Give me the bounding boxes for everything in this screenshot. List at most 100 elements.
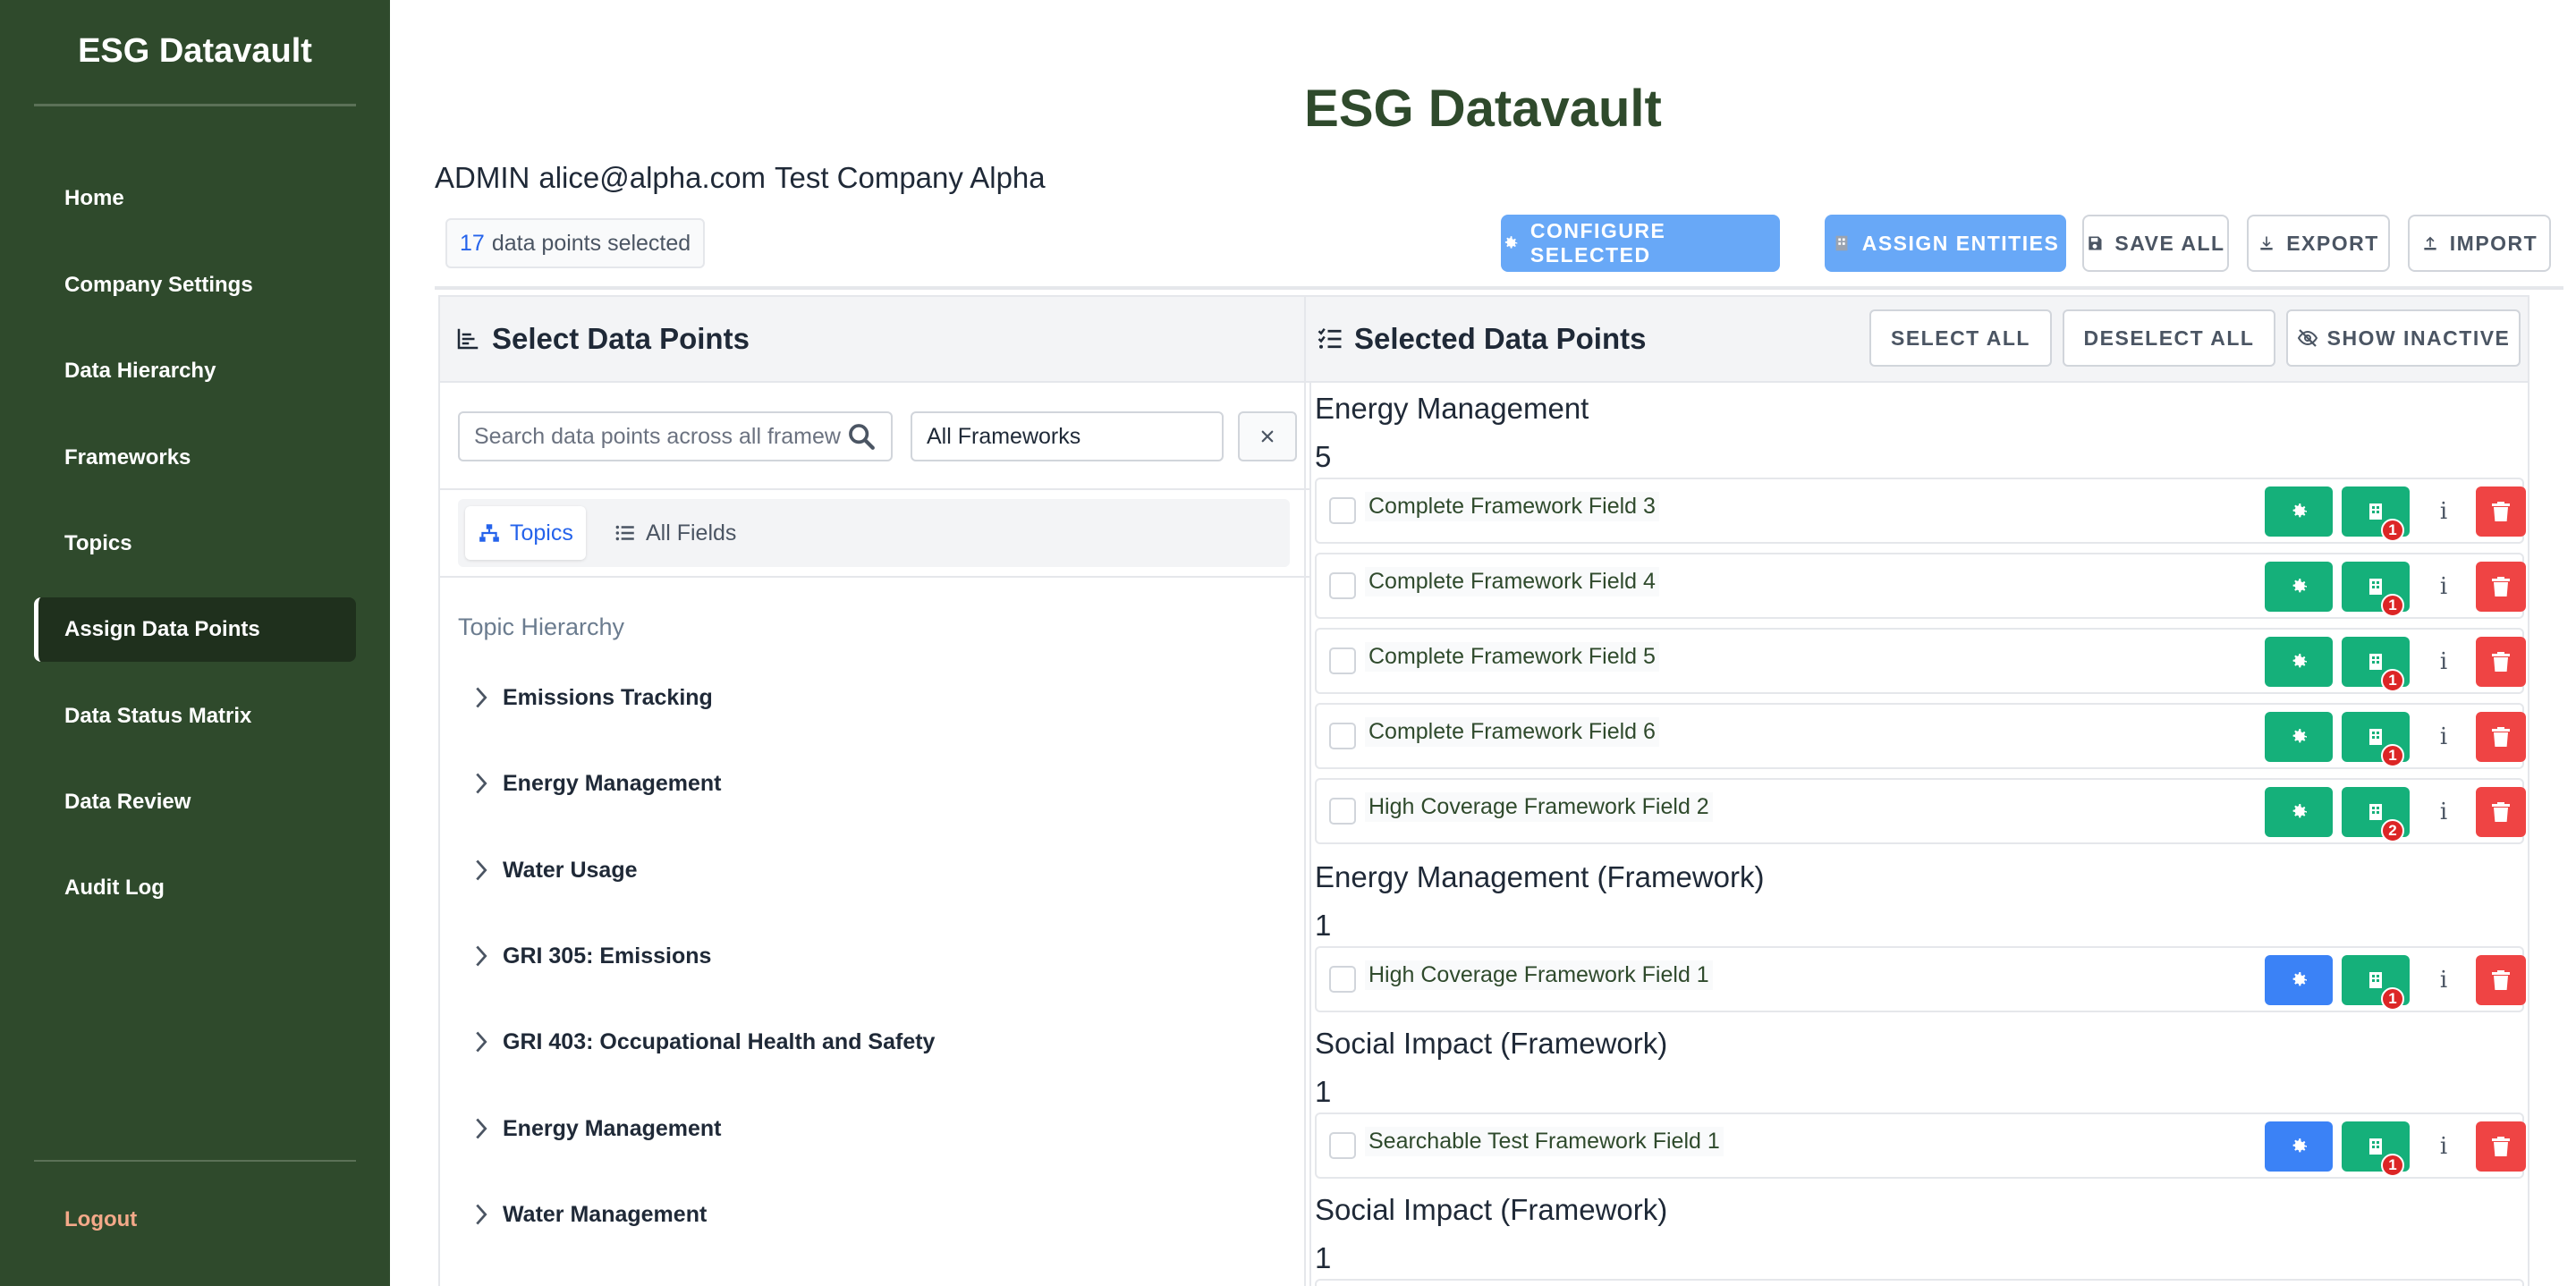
tab-all-fields[interactable]: All Fields: [601, 506, 749, 560]
delete-button[interactable]: [2476, 787, 2526, 837]
building-icon: [2369, 503, 2382, 520]
configure-button[interactable]: [2265, 1121, 2333, 1172]
info-button[interactable]: i: [2419, 1121, 2469, 1172]
topic-row-energy-management-2[interactable]: Energy Management: [472, 1102, 722, 1155]
clear-filter-button[interactable]: [1238, 411, 1297, 461]
show-inactive-button[interactable]: SHOW INACTIVE: [2286, 309, 2521, 367]
chevron-right-icon: [476, 773, 487, 794]
info-button[interactable]: i: [2419, 637, 2469, 687]
save-all-button[interactable]: SAVE ALL: [2082, 215, 2229, 272]
gear-icon: [2292, 972, 2307, 986]
delete-button[interactable]: [2476, 712, 2526, 762]
import-button[interactable]: IMPORT: [2408, 215, 2551, 272]
delete-button[interactable]: [2476, 562, 2526, 612]
sidebar-item-data-hierarchy[interactable]: Data Hierarchy: [34, 339, 356, 403]
entity-count-badge: 1: [2381, 519, 2404, 542]
delete-button[interactable]: [2476, 486, 2526, 537]
assign-entity-button[interactable]: 2: [2342, 787, 2410, 842]
sidebar-item-frameworks[interactable]: Frameworks: [34, 426, 356, 490]
info-button[interactable]: i: [2419, 712, 2469, 762]
data-point-row: High Coverage Framework Field 1 1 i: [1315, 946, 2526, 1012]
chevron-right-icon: [476, 945, 487, 967]
save-icon: [2089, 236, 2102, 250]
sidebar-divider: [34, 104, 356, 106]
sidebar-item-assign-data-points[interactable]: Assign Data Points: [34, 597, 356, 662]
configure-selected-button[interactable]: CONFIGURE SELECTED: [1501, 215, 1780, 272]
chevron-right-icon: [476, 687, 487, 708]
tab-topics[interactable]: Topics: [465, 506, 586, 560]
configure-button[interactable]: [2265, 637, 2333, 687]
entity-count-badge: 1: [2381, 987, 2404, 1011]
tab-all-fields-label: All Fields: [646, 520, 737, 546]
info-button[interactable]: i: [2419, 787, 2469, 837]
tab-divider: [440, 576, 1309, 578]
info-button[interactable]: i: [2419, 562, 2469, 612]
assign-entities-button[interactable]: ASSIGN ENTITIES: [1825, 215, 2066, 272]
data-point-checkbox[interactable]: [1329, 497, 1356, 524]
data-point-row: [1315, 1279, 2524, 1286]
topic-label: Water Usage: [503, 857, 638, 883]
sidebar-item-company-settings[interactable]: Company Settings: [34, 253, 356, 317]
topic-label: Energy Management: [503, 770, 722, 796]
sidebar-item-data-status-matrix[interactable]: Data Status Matrix: [34, 684, 356, 749]
selected-count: 17: [460, 230, 485, 256]
trash-icon: [2492, 502, 2510, 521]
assign-entity-button[interactable]: 1: [2342, 562, 2410, 617]
export-button[interactable]: EXPORT: [2247, 215, 2390, 272]
search-icon[interactable]: [846, 421, 877, 452]
configure-button[interactable]: [2265, 955, 2333, 1005]
topic-hierarchy-title: Topic Hierarchy: [458, 613, 625, 640]
data-point-checkbox[interactable]: [1329, 966, 1356, 993]
assign-entity-button[interactable]: 1: [2342, 1121, 2410, 1177]
group-count: 1: [1315, 1075, 1332, 1108]
assign-entities-label: ASSIGN ENTITIES: [1861, 231, 2060, 255]
trash-icon: [2492, 802, 2510, 822]
assign-entity-button[interactable]: 1: [2342, 955, 2410, 1011]
chevron-right-icon: [476, 1204, 487, 1225]
entity-count-badge: 2: [2381, 819, 2404, 842]
sidebar-item-topics[interactable]: Topics: [34, 512, 356, 576]
info-button[interactable]: i: [2419, 486, 2469, 537]
group-count: 1: [1315, 1241, 1332, 1274]
delete-button[interactable]: [2476, 637, 2526, 687]
data-point-checkbox[interactable]: [1329, 1132, 1356, 1159]
topic-row-water-management[interactable]: Water Management: [472, 1188, 707, 1241]
delete-button[interactable]: [2476, 1121, 2526, 1172]
assign-entity-button[interactable]: 1: [2342, 637, 2410, 692]
search-placeholder: Search data points across all framew: [474, 423, 841, 449]
topic-row-energy-management[interactable]: Energy Management: [472, 757, 722, 810]
data-point-row: Complete Framework Field 5 1 i: [1315, 628, 2526, 694]
list-icon: [615, 525, 634, 541]
configure-button[interactable]: [2265, 712, 2333, 762]
user-info: ADMIN alice@alpha.com Test Company Alpha: [435, 161, 1055, 195]
toolbar-divider: [435, 286, 2563, 290]
topic-row-emissions-tracking[interactable]: Emissions Tracking: [472, 671, 713, 724]
logout-link[interactable]: Logout: [64, 1207, 137, 1232]
topic-row-gri-403[interactable]: GRI 403: Occupational Health and Safety: [472, 1015, 935, 1069]
data-point-checkbox[interactable]: [1329, 572, 1356, 599]
data-point-checkbox[interactable]: [1329, 798, 1356, 825]
delete-button[interactable]: [2476, 955, 2526, 1005]
assign-entity-button[interactable]: 1: [2342, 712, 2410, 767]
sidebar-item-home[interactable]: Home: [34, 166, 356, 231]
framework-select[interactable]: All Frameworks: [911, 411, 1224, 461]
configure-button[interactable]: [2265, 787, 2333, 837]
sidebar-item-audit-log[interactable]: Audit Log: [34, 856, 356, 920]
deselect-all-button[interactable]: DESELECT ALL: [2063, 309, 2275, 367]
search-input[interactable]: Search data points across all framew: [458, 411, 893, 461]
data-point-label: Complete Framework Field 6: [1365, 717, 1659, 747]
select-all-button[interactable]: SELECT ALL: [1869, 309, 2052, 367]
building-icon: [2369, 804, 2382, 820]
configure-button[interactable]: [2265, 562, 2333, 612]
building-icon: [2369, 579, 2382, 595]
data-point-checkbox[interactable]: [1329, 647, 1356, 674]
info-button[interactable]: i: [2419, 955, 2469, 1005]
topic-row-water-usage[interactable]: Water Usage: [472, 843, 638, 897]
building-icon: [1835, 235, 1848, 251]
data-point-checkbox[interactable]: [1329, 723, 1356, 749]
topic-row-gri-305[interactable]: GRI 305: Emissions: [472, 929, 711, 983]
sidebar-item-data-review[interactable]: Data Review: [34, 770, 356, 834]
assign-entity-button[interactable]: 1: [2342, 486, 2410, 542]
chevron-right-icon: [476, 1118, 487, 1139]
configure-button[interactable]: [2265, 486, 2333, 537]
